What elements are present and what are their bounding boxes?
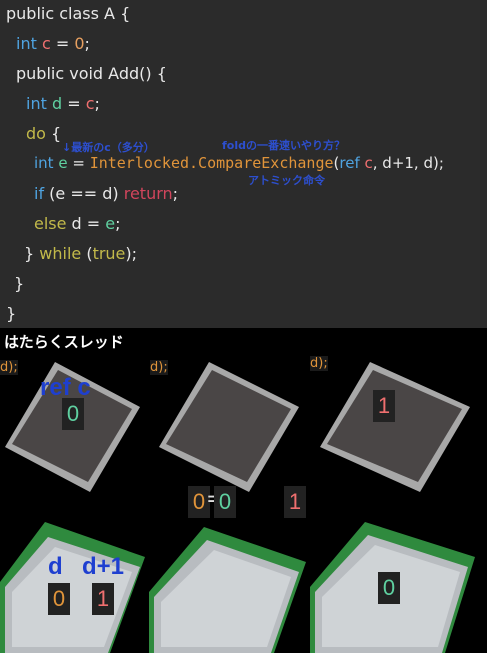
d-value: 0 bbox=[48, 583, 70, 615]
code-line-close-method: } bbox=[14, 274, 25, 293]
code-line-method: public void Add() { bbox=[16, 64, 167, 83]
d-value-updated: 0 bbox=[378, 572, 400, 604]
annotation-latest-c: ↓最新のc（多分） bbox=[62, 141, 155, 154]
d-label: d bbox=[48, 553, 63, 580]
code-line-local: int d = c; bbox=[26, 94, 100, 113]
panel-title: はたらくスレッド bbox=[4, 333, 124, 351]
result-value: 1 bbox=[284, 486, 306, 518]
panel-divider bbox=[306, 352, 310, 653]
d-plus-1-value: 1 bbox=[92, 583, 114, 615]
thread-panel-3 bbox=[310, 362, 475, 653]
code-line-field: int c = 0; bbox=[16, 34, 90, 53]
code-line-else: else d = e; bbox=[34, 214, 121, 233]
ref-c-value: 0 bbox=[62, 398, 84, 430]
d-plus-1-label: d+1 bbox=[82, 553, 125, 580]
cpu-chip-icon bbox=[149, 527, 306, 653]
panel-divider bbox=[145, 352, 149, 653]
ref-c-value-updated: 1 bbox=[373, 390, 395, 422]
annotation-atomic: アトミック命令 bbox=[248, 174, 325, 187]
compare-right-value: 0 bbox=[214, 486, 236, 518]
memory-chip-icon bbox=[320, 362, 470, 492]
code-line-class: public class A { bbox=[6, 4, 131, 23]
code-line-do: do { bbox=[26, 124, 62, 143]
memory-chip-icon bbox=[159, 362, 299, 492]
code-line-close-class: } bbox=[6, 304, 17, 323]
code-line-while: } while (true); bbox=[24, 244, 138, 263]
cpu-chip-icon bbox=[0, 522, 145, 653]
code-line-if: if (e == d) return; bbox=[34, 184, 179, 203]
code-line-cas: int e = Interlocked.CompareExchange(ref … bbox=[34, 154, 444, 172]
code-editor: public class A { int c = 0; public void … bbox=[0, 0, 487, 328]
annotation-fold: foldの一番速いやり方？ bbox=[222, 139, 345, 152]
